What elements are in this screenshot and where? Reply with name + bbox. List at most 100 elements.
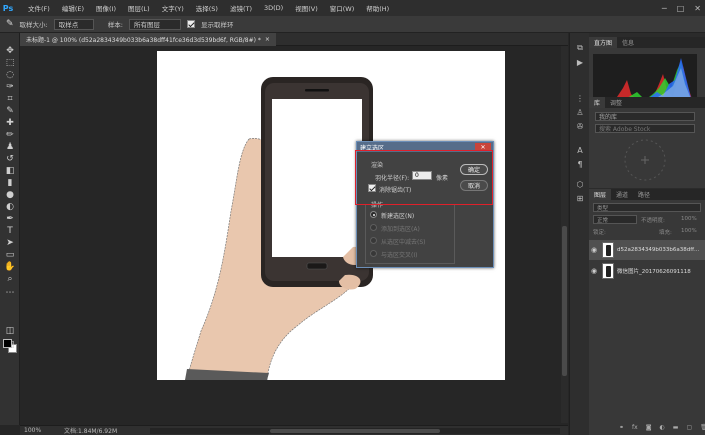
dodge-tool-icon[interactable]: ◐	[4, 201, 16, 213]
vertical-scroll-thumb[interactable]	[562, 226, 567, 376]
tab-adjustments[interactable]: 调整	[605, 97, 627, 108]
menu-filter[interactable]: 滤镜(T)	[224, 3, 258, 13]
foreground-color-swatch[interactable]	[3, 339, 12, 348]
quick-mask-icon[interactable]: ◫	[4, 325, 16, 337]
marquee-tool-icon[interactable]: ⬚	[4, 57, 16, 69]
tool-presets-icon[interactable]: ✇	[575, 121, 585, 131]
document-tab-title: 未标题-1 @ 100% (d52a2834349b033b6a38dff41f…	[26, 37, 261, 44]
eraser-tool-icon[interactable]: ◧	[4, 165, 16, 177]
tab-library[interactable]: 库	[589, 97, 606, 108]
histogram-panel-tabs: 直方图 信息	[589, 37, 705, 48]
hand-tool-icon[interactable]: ✋	[4, 261, 16, 273]
library-panel: 我的库 搜索 Adobe Stock	[589, 108, 705, 188]
layer-name[interactable]: d52a2834349b033b6a38dff...	[617, 247, 699, 253]
menu-image[interactable]: 图像(I)	[90, 3, 122, 13]
stock-search-placeholder: 搜索 Adobe Stock	[599, 126, 651, 133]
sample-size-label: 取样大小:	[19, 21, 48, 29]
blur-tool-icon[interactable]: ●	[4, 189, 16, 201]
visibility-eye-icon[interactable]: ◉	[589, 267, 599, 275]
zoom-tool-icon[interactable]: ⌕	[4, 273, 16, 285]
window-controls: ─ □ ✕	[662, 0, 701, 16]
document-tab[interactable]: 未标题-1 @ 100% (d52a2834349b033b6a38dff41f…	[20, 33, 276, 46]
layer-name[interactable]: 微信图片_20170626091118	[617, 267, 691, 275]
stamp-tool-icon[interactable]: ♟	[4, 141, 16, 153]
actions-panel-icon[interactable]: ▶	[575, 57, 585, 67]
fill-value[interactable]: 100%	[681, 228, 697, 234]
library-select[interactable]: 我的库	[595, 112, 695, 121]
layer-filter-select[interactable]: 类型	[593, 203, 701, 212]
layers-footer: ⚭ fx ◙ ◐ ▬ ▢ 🗑	[619, 424, 705, 431]
type-tool-icon[interactable]: T	[4, 225, 16, 237]
paragraph-panel-icon[interactable]: ¶	[575, 159, 585, 169]
opacity-value[interactable]: 100%	[681, 216, 697, 222]
menu-type[interactable]: 文字(Y)	[156, 3, 190, 13]
add-mask-icon[interactable]: ◙	[646, 424, 652, 431]
layer-row[interactable]: ◉ d52a2834349b033b6a38dff...	[589, 240, 705, 260]
menu-select[interactable]: 选择(S)	[190, 3, 224, 13]
zoom-level[interactable]: 100%	[24, 427, 54, 434]
lasso-tool-icon[interactable]: ◌	[4, 69, 16, 81]
3d-panel-icon[interactable]: ⬡	[575, 179, 585, 189]
show-ring-checkbox[interactable]	[186, 20, 195, 28]
minimize-icon[interactable]: ─	[662, 4, 667, 13]
tab-layers[interactable]: 图层	[589, 189, 612, 200]
library-panel-tabs: 库 调整	[589, 97, 705, 108]
path-select-icon[interactable]: ➤	[4, 237, 16, 249]
adjustment-layer-icon[interactable]: ◐	[660, 424, 665, 431]
new-selection-radio[interactable]	[370, 211, 377, 218]
clone-source-icon[interactable]: ♙	[575, 107, 585, 117]
eyedropper-tool-icon[interactable]: ✎	[6, 19, 14, 29]
gradient-tool-icon[interactable]: ▮	[4, 177, 16, 189]
maximize-icon[interactable]: □	[677, 4, 685, 13]
properties-panel-icon[interactable]: ⊞	[575, 193, 585, 203]
blend-mode-select[interactable]: 正常	[593, 215, 637, 224]
history-panel-icon[interactable]: ⧉	[575, 43, 585, 53]
sample-size-value: 取样点	[58, 21, 79, 29]
brush-panel-icon[interactable]: ⋮	[575, 93, 585, 103]
layer-row[interactable]: ◉ 微信图片_20170626091118	[589, 261, 705, 281]
link-layers-icon[interactable]: ⚭	[619, 424, 624, 431]
close-tab-icon[interactable]: ×	[265, 36, 270, 43]
more-tools-icon[interactable]: ⋯	[4, 287, 16, 299]
shape-tool-icon[interactable]: ▭	[4, 249, 16, 261]
intersect-selection-radio	[370, 250, 377, 257]
character-panel-icon[interactable]: A	[575, 145, 585, 155]
menu-help[interactable]: 帮助(H)	[360, 3, 395, 13]
visibility-eye-icon[interactable]: ◉	[589, 246, 599, 254]
tab-histogram[interactable]: 直方图	[589, 37, 618, 48]
menu-window[interactable]: 窗口(W)	[324, 3, 361, 13]
delete-layer-icon[interactable]: 🗑	[700, 424, 705, 431]
layers-panel: 类型 正常 不透明度: 100% 锁定: 填充: 100% ◉ d52a2834…	[589, 200, 705, 435]
photoshop-logo: Ps	[2, 3, 14, 13]
options-bar: ✎ 取样大小: 取样点 样本: 所有图层 显示取样环	[0, 16, 705, 33]
horizontal-scrollbar[interactable]	[150, 428, 560, 434]
crop-tool-icon[interactable]: ⌗	[4, 93, 16, 105]
menu-edit[interactable]: 编辑(E)	[56, 3, 90, 13]
right-panels: 直方图 信息 库 调整 我的库 搜索 Adobe Stock 图层 通道 路径	[589, 33, 705, 435]
menu-file[interactable]: 文件(F)	[22, 3, 56, 13]
opacity-label: 不透明度:	[641, 218, 665, 224]
menu-3d[interactable]: 3D(D)	[258, 4, 289, 12]
tab-paths[interactable]: 路径	[633, 189, 655, 200]
tab-info[interactable]: 信息	[617, 37, 639, 48]
layer-style-icon[interactable]: fx	[632, 424, 638, 431]
horizontal-scroll-thumb[interactable]	[270, 429, 440, 433]
stock-search-input[interactable]: 搜索 Adobe Stock	[595, 124, 695, 133]
menu-layer[interactable]: 图层(L)	[122, 3, 156, 13]
sample-select[interactable]: 所有图层	[128, 18, 181, 30]
tab-channels[interactable]: 通道	[611, 189, 633, 200]
menu-view[interactable]: 视图(V)	[289, 3, 324, 13]
move-tool-icon[interactable]: ✥	[4, 45, 16, 57]
quick-select-tool-icon[interactable]: ✑	[4, 81, 16, 93]
vertical-scrollbar[interactable]	[561, 46, 568, 423]
pen-tool-icon[interactable]: ✒	[4, 213, 16, 225]
new-group-icon[interactable]: ▬	[673, 424, 679, 431]
history-brush-icon[interactable]: ↺	[4, 153, 16, 165]
sample-size-select[interactable]: 取样点	[53, 18, 94, 30]
eyedropper-tool-icon[interactable]: ✎	[4, 105, 16, 117]
brush-tool-icon[interactable]: ✏	[4, 129, 16, 141]
close-window-icon[interactable]: ✕	[694, 4, 701, 13]
new-layer-icon[interactable]: ▢	[686, 424, 692, 431]
intersect-selection-label: 与选区交叉(I)	[381, 252, 418, 259]
healing-tool-icon[interactable]: ✚	[4, 117, 16, 129]
